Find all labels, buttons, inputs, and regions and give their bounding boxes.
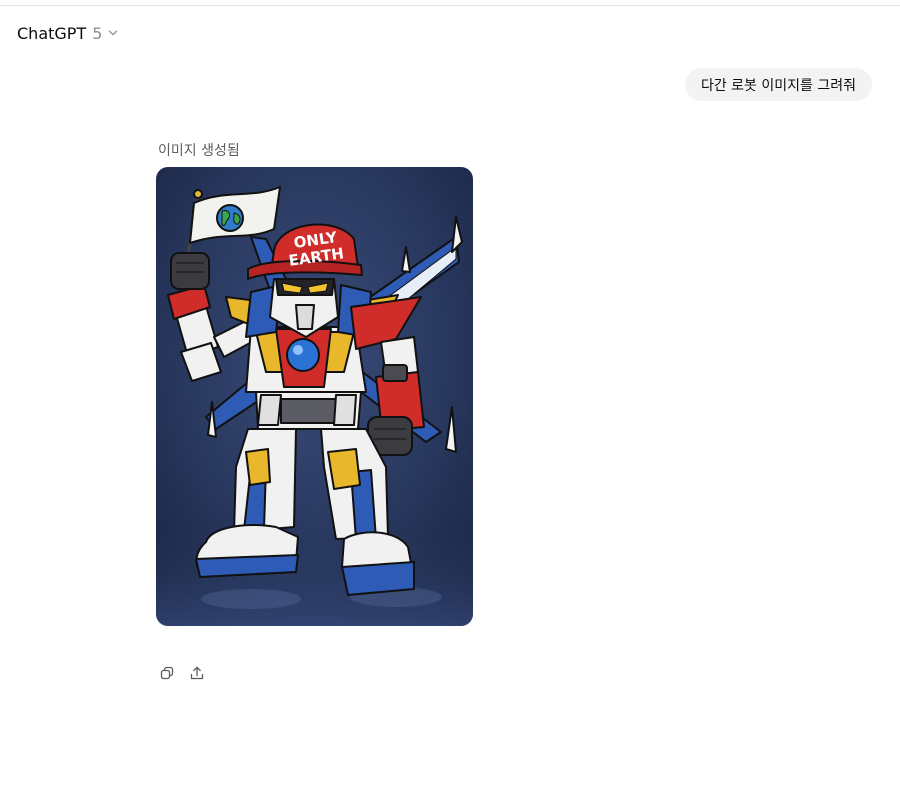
share-icon (189, 665, 205, 685)
share-button[interactable] (187, 665, 207, 685)
chevron-down-icon (108, 28, 118, 38)
copy-button[interactable] (157, 665, 177, 685)
model-version: 5 (92, 23, 103, 43)
user-message-bubble: 다간 로봇 이미지를 그려줘 (684, 68, 872, 101)
image-generated-label: 이미지 생성됨 (158, 143, 240, 159)
model-name: ChatGPT (17, 23, 87, 43)
generated-robot-image[interactable]: ONLY EARTH (156, 167, 473, 626)
message-actions (157, 665, 207, 685)
model-switcher[interactable]: ChatGPT 5 (17, 20, 118, 46)
top-divider (0, 5, 900, 6)
user-message-text: 다간 로봇 이미지를 그려줘 (700, 77, 856, 94)
copy-icon (159, 665, 175, 685)
